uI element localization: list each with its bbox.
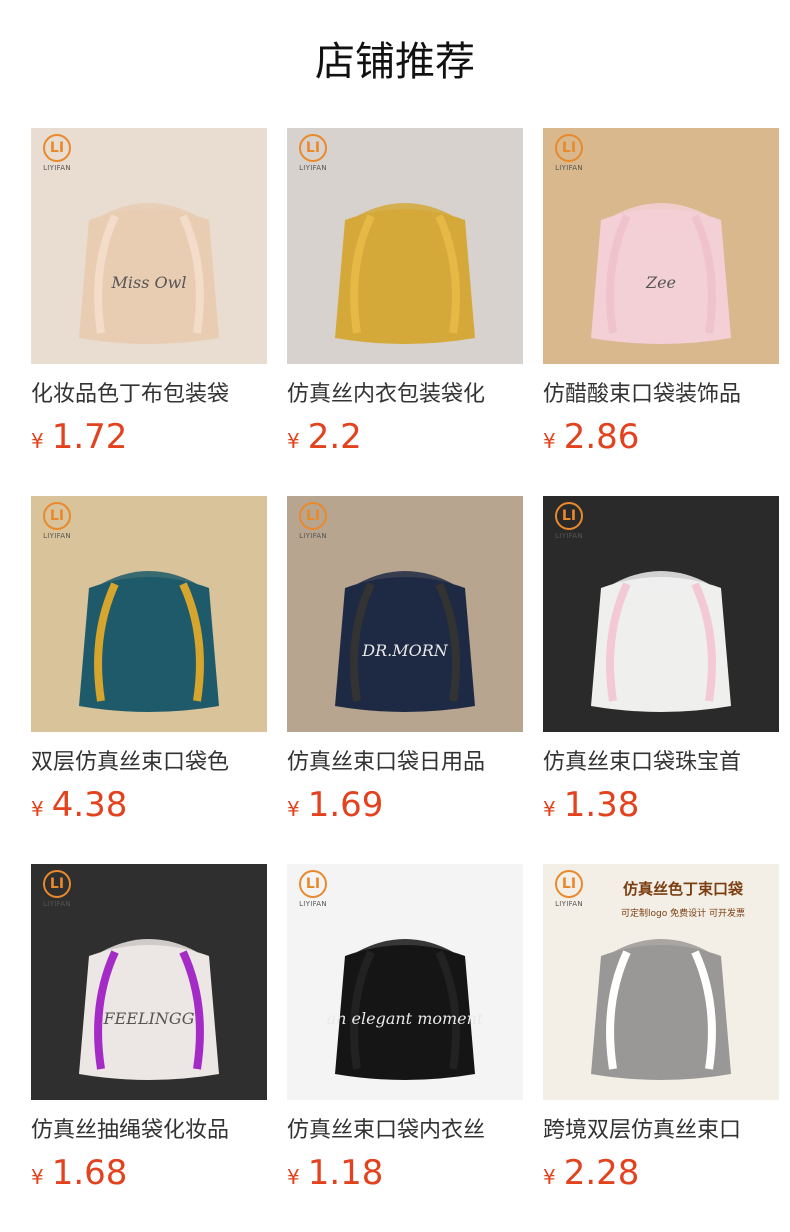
price-amount: 1.38	[563, 785, 640, 825]
liyifan-logo: LI LIYIFAN	[293, 134, 337, 178]
logo-text: LIYIFAN	[299, 164, 327, 172]
product-image-pink-satin-drawstring-bag[interactable]: Zee LI LIYIFAN	[543, 128, 779, 364]
svg-text:an elegant moment: an elegant moment	[327, 1009, 484, 1028]
product-name[interactable]: 仿真丝束口袋珠宝首	[543, 744, 779, 782]
logo-text: LIYIFAN	[555, 900, 583, 908]
product-card-4[interactable]: LI LIYIFAN 双层仿真丝束口袋色 ¥4.38	[31, 496, 267, 832]
price-amount: 2.2	[307, 417, 362, 457]
product-image-grey-satin-drawstring-bag[interactable]: 仿真丝色丁束口袋可定制logo 免费设计 可开发票 LI LIYIFAN	[543, 864, 779, 1100]
product-image-beige-satin-drawstring-bags[interactable]: Miss Owl LI LIYIFAN	[31, 128, 267, 364]
product-card-7[interactable]: FEELINGG LI LIYIFAN 仿真丝抽绳袋化妆品 ¥1.68	[31, 864, 267, 1200]
currency-symbol: ¥	[31, 797, 44, 821]
product-name[interactable]: 仿真丝抽绳袋化妆品	[31, 1112, 267, 1150]
logo-text: LIYIFAN	[299, 900, 327, 908]
logo-text: LIYIFAN	[299, 532, 327, 540]
currency-symbol: ¥	[31, 1165, 44, 1189]
logo-text: LIYIFAN	[555, 532, 583, 540]
logo-text: LIYIFAN	[43, 532, 71, 540]
svg-text:Zee: Zee	[645, 273, 676, 292]
product-price: ¥2.28	[543, 1152, 779, 1200]
product-image-colored-satin-pouches-on-mat[interactable]: LI LIYIFAN	[31, 496, 267, 732]
product-price: ¥2.86	[543, 416, 779, 464]
product-price: ¥1.68	[31, 1152, 267, 1200]
liyifan-logo: LI LIYIFAN	[37, 134, 81, 178]
liyifan-logo: LI LIYIFAN	[549, 134, 593, 178]
product-card-6[interactable]: LI LIYIFAN 仿真丝束口袋珠宝首 ¥1.38	[543, 496, 779, 832]
product-name[interactable]: 仿真丝内衣包装袋化	[287, 376, 523, 414]
svg-text:DR.MORN: DR.MORN	[361, 641, 449, 660]
product-price: ¥1.38	[543, 784, 779, 832]
currency-symbol: ¥	[287, 797, 300, 821]
price-amount: 1.69	[307, 785, 384, 825]
product-name[interactable]: 仿醋酸束口袋装饰品	[543, 376, 779, 414]
product-card-5[interactable]: DR.MORN LI LIYIFAN 仿真丝束口袋日用品 ¥1.69	[287, 496, 523, 832]
logo-mark: LI	[299, 502, 327, 530]
banner-title: 仿真丝色丁束口袋	[623, 880, 744, 898]
currency-symbol: ¥	[543, 429, 556, 453]
logo-text: LIYIFAN	[43, 164, 71, 172]
product-grid: Miss Owl LI LIYIFAN 化妆品色丁布包装袋 ¥1.72 LI L…	[0, 0, 790, 1232]
price-amount: 2.86	[563, 417, 640, 457]
logo-mark: LI	[555, 134, 583, 162]
product-name[interactable]: 化妆品色丁布包装袋	[31, 376, 267, 414]
logo-mark: LI	[299, 870, 327, 898]
product-name[interactable]: 双层仿真丝束口袋色	[31, 744, 267, 782]
liyifan-logo: LI LIYIFAN	[293, 502, 337, 546]
liyifan-logo: LI LIYIFAN	[549, 502, 593, 546]
logo-mark: LI	[43, 870, 71, 898]
product-price: ¥4.38	[31, 784, 267, 832]
product-card-2[interactable]: LI LIYIFAN 仿真丝内衣包装袋化 ¥2.2	[287, 128, 523, 464]
product-image-white-pouch-purple-ribbon[interactable]: FEELINGG LI LIYIFAN	[31, 864, 267, 1100]
price-amount: 1.68	[51, 1153, 128, 1193]
product-price: ¥1.18	[287, 1152, 523, 1200]
product-price: ¥1.72	[31, 416, 267, 464]
logo-text: LIYIFAN	[555, 164, 583, 172]
product-card-3[interactable]: Zee LI LIYIFAN 仿醋酸束口袋装饰品 ¥2.86	[543, 128, 779, 464]
product-card-8[interactable]: an elegant moment LI LIYIFAN 仿真丝束口袋内衣丝 ¥…	[287, 864, 523, 1200]
currency-symbol: ¥	[31, 429, 44, 453]
svg-text:Miss Owl: Miss Owl	[111, 273, 187, 292]
product-image-gold-satin-drawstring-bag[interactable]: LI LIYIFAN	[287, 128, 523, 364]
price-amount: 4.38	[51, 785, 128, 825]
liyifan-logo: LI LIYIFAN	[37, 502, 81, 546]
logo-mark: LI	[555, 870, 583, 898]
product-price: ¥1.69	[287, 784, 523, 832]
logo-mark: LI	[43, 502, 71, 530]
product-name[interactable]: 跨境双层仿真丝束口	[543, 1112, 779, 1150]
price-amount: 1.72	[51, 417, 128, 457]
product-image-white-satin-drawstring-bags[interactable]: LI LIYIFAN	[543, 496, 779, 732]
product-card-1[interactable]: Miss Owl LI LIYIFAN 化妆品色丁布包装袋 ¥1.72	[31, 128, 267, 464]
liyifan-logo: LI LIYIFAN	[37, 870, 81, 914]
banner-subtitle: 可定制logo 免费设计 可开发票	[621, 907, 745, 919]
currency-symbol: ¥	[543, 1165, 556, 1189]
product-price: ¥2.2	[287, 416, 523, 464]
product-name[interactable]: 仿真丝束口袋日用品	[287, 744, 523, 782]
product-image-black-satin-drawstring-bag[interactable]: an elegant moment LI LIYIFAN	[287, 864, 523, 1100]
logo-mark: LI	[299, 134, 327, 162]
product-card-9[interactable]: 仿真丝色丁束口袋可定制logo 免费设计 可开发票 LI LIYIFAN 跨境双…	[543, 864, 779, 1200]
svg-text:FEELINGG: FEELINGG	[103, 1009, 195, 1028]
currency-symbol: ¥	[287, 1165, 300, 1189]
product-image-black-navy-white-satin-bags[interactable]: DR.MORN LI LIYIFAN	[287, 496, 523, 732]
product-name[interactable]: 仿真丝束口袋内衣丝	[287, 1112, 523, 1150]
logo-mark: LI	[43, 134, 71, 162]
currency-symbol: ¥	[543, 797, 556, 821]
logo-mark: LI	[555, 502, 583, 530]
logo-text: LIYIFAN	[43, 900, 71, 908]
currency-symbol: ¥	[287, 429, 300, 453]
liyifan-logo: LI LIYIFAN	[549, 870, 593, 914]
liyifan-logo: LI LIYIFAN	[293, 870, 337, 914]
price-amount: 2.28	[563, 1153, 640, 1193]
price-amount: 1.18	[307, 1153, 384, 1193]
